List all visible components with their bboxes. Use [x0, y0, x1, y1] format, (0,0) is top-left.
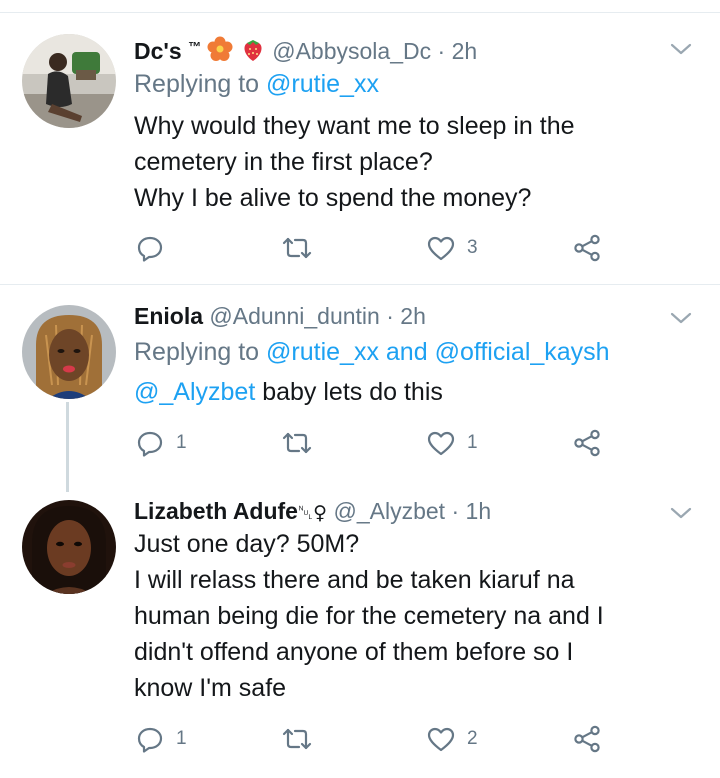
like-count: 2: [467, 728, 478, 749]
timestamp[interactable]: 1h: [466, 498, 492, 524]
tweet-text: Just one day? 50M? I will relass there a…: [134, 526, 604, 706]
reply-button[interactable]: 1: [136, 725, 187, 753]
tweet-text-line: human being die for the cemetery na and …: [134, 602, 604, 630]
tweet-text-line: didn't offend anyone of them before so I: [134, 638, 574, 666]
like-button[interactable]: 2: [427, 726, 478, 752]
tweet-text-line: Just one day? 50M?: [134, 530, 360, 558]
separator-dot: ·: [451, 498, 460, 524]
retweet-icon: [282, 728, 312, 750]
reply-count: 1: [176, 728, 187, 749]
chevron-down-icon[interactable]: [668, 500, 694, 526]
tweet-text-line: know I'm safe: [134, 674, 287, 702]
heart-icon: [427, 727, 455, 752]
share-button[interactable]: [572, 724, 602, 754]
tweet-text-line: I will relass there and be taken kiaruf …: [134, 566, 575, 594]
reply-icon: [137, 727, 163, 753]
retweet-button[interactable]: [281, 726, 325, 752]
display-name-suffix: ␀♀: [297, 502, 328, 524]
tweet-header: Lizabeth Adufe␀♀ @_Alyzbet · 1h: [134, 496, 491, 528]
tweet-3[interactable]: Lizabeth Adufe␀♀ @_Alyzbet · 1h Just one…: [0, 0, 720, 778]
user-handle[interactable]: @_Alyzbet: [334, 498, 446, 524]
avatar[interactable]: [22, 500, 116, 594]
display-name[interactable]: Lizabeth Adufe: [134, 498, 298, 524]
share-icon: [574, 725, 600, 753]
